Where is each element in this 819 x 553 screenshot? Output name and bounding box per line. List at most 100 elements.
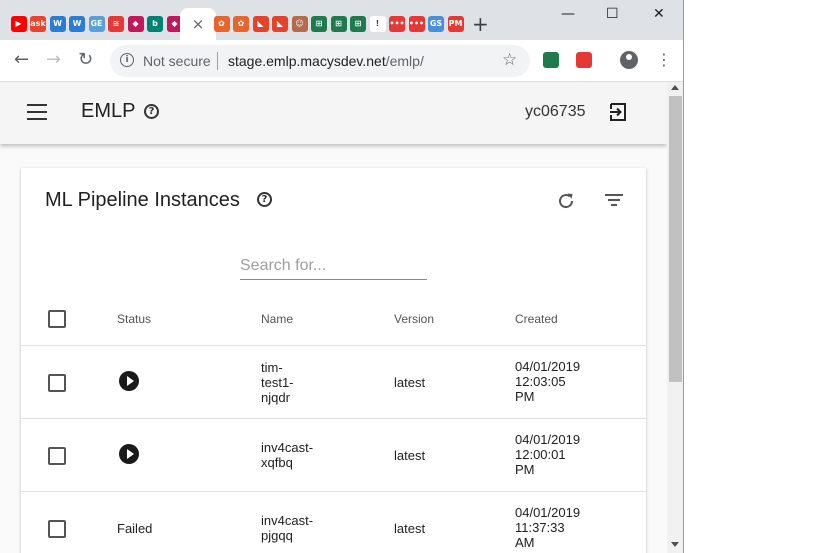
bookmark-star-icon[interactable]: ☆ [502,50,517,70]
info-icon[interactable]: i [120,53,134,67]
filter-icon[interactable] [604,192,624,208]
browser-tab[interactable]: ▶ [9,8,28,40]
instances-table: Status Name Version Created tim- test1- … [21,296,646,553]
page-scrollbar[interactable] [667,82,683,553]
app-header: EMLP ? yc06735 [0,82,667,144]
dots-app-icon: ••• [408,16,425,32]
pipeline-instances-card: ML Pipeline Instances ? Status Name Vers… [21,168,646,553]
app-title: EMLP [81,100,136,122]
tab-strip: ▶ ask W W GE ≋ ◆ b ◆ × ✿ ✿ ◣ ◣ ☺ ⊞ ⊞ ⊞! ••• ••• GS PM + — ☐… [0,0,683,40]
version-text: latest [394,375,426,390]
instance-name-link[interactable]: tim- test1- njqdr [261,360,294,405]
divider [217,52,218,70]
created-timestamp: 04/01/2019 12:00:01 PM [515,432,581,477]
running-status-icon [119,444,139,464]
cube-app-icon: ◆ [127,16,144,32]
grid-app-icon: ⊞ [350,16,366,32]
row-select-checkbox[interactable] [48,447,66,465]
instance-name-link[interactable]: inv4cast- xqfbq [261,440,313,470]
help-icon[interactable]: ? [257,192,272,207]
column-header-name[interactable]: Name [261,312,293,326]
logout-icon[interactable] [608,102,628,122]
gear-app-icon: ✿ [233,16,249,32]
dots-app-icon: ••• [389,16,405,32]
scrollbar-thumb[interactable] [669,96,682,382]
version-text: latest [394,521,426,536]
browser-tab[interactable]: GE [87,8,106,40]
desktop-background [684,0,819,553]
browser-tab[interactable]: W [68,8,87,40]
browser-menu-icon[interactable]: ⋮ [656,50,672,70]
browser-tab[interactable]: ≋ [107,8,126,40]
browser-tab[interactable]: ••• [388,8,407,40]
browser-tab[interactable]: b [146,8,165,40]
table-header: Status Name Version Created [21,296,646,346]
security-label[interactable]: Not secure [143,53,211,69]
browser-tab[interactable]: ✿ [232,8,251,40]
instance-name-link[interactable]: inv4cast- pjgqq [261,513,313,543]
reload-icon[interactable]: ↻ [78,49,93,71]
scroll-up-arrow-icon[interactable] [671,85,679,90]
created-timestamp: 04/01/2019 12:03:05 PM [515,359,581,404]
dots-extension-icon[interactable] [576,52,592,68]
column-header-created[interactable]: Created [515,312,558,326]
browser-tab[interactable]: ✿ [212,8,231,40]
close-tab-icon[interactable]: × [192,16,205,32]
new-tab-button[interactable]: + [472,14,489,34]
profile-avatar-icon[interactable] [620,51,638,69]
browser-tab[interactable]: ask [29,8,48,40]
forward-arrow-icon[interactable]: → [46,49,61,71]
url-text[interactable]: stage.emlp.macysdev.net/emlp/ [228,53,424,69]
row-select-checkbox[interactable] [48,374,66,392]
browser-tab[interactable]: ◣ [271,8,290,40]
grid-extension-icon[interactable] [543,52,559,68]
select-all-checkbox[interactable] [48,310,66,328]
search-input[interactable] [240,252,427,280]
browser-tab[interactable]: W [48,8,67,40]
browser-tab[interactable]: PM [446,8,465,40]
wifi-app-icon: ≋ [108,16,124,32]
column-header-status[interactable]: Status [117,312,151,326]
browser-tab[interactable]: ◆ [126,8,145,40]
browser-tab[interactable]: ⊞ [329,8,348,40]
browser-tab[interactable]: ⊞ [310,8,329,40]
browser-tab[interactable]: ••• [407,8,426,40]
back-arrow-icon[interactable]: ← [14,49,29,71]
close-window-button[interactable]: ✕ [653,6,665,22]
refresh-icon[interactable] [555,190,577,212]
tab-active[interactable]: × [180,8,216,40]
grid-app-icon: ⊞ [311,16,327,32]
browser-tab[interactable]: ☺ [290,8,309,40]
ask-icon: ask [30,16,46,32]
browser-window: ▶ ask W W GE ≋ ◆ b ◆ × ✿ ✿ ◣ ◣ ☺ ⊞ ⊞ ⊞! ••• ••• GS PM + — ☐… [0,0,684,553]
browser-toolbar: ← → ↻ i Not secure stage.emlp.macysdev.n… [0,40,683,82]
ge-icon: GE [88,16,105,32]
menu-icon[interactable] [27,104,47,120]
created-timestamp: 04/01/2019 11:37:33 AM [515,505,581,550]
bookmark-icon: ! [369,16,386,32]
running-status-icon [119,371,139,391]
row-select-checkbox[interactable] [48,520,66,538]
table-row[interactable]: inv4cast- xqfbq latest 04/01/2019 12:00:01… [21,419,646,492]
pm-app-icon: PM [447,16,464,32]
browser-tab[interactable]: GS [427,8,446,40]
jenkins-icon: ☺ [291,16,308,32]
gs-app-icon: GS [428,16,444,32]
youtube-icon: ▶ [10,16,27,32]
user-id: yc06735 [525,103,586,120]
gear-app-icon: ✿ [213,16,230,32]
maximize-button[interactable]: ☐ [606,6,619,22]
help-icon[interactable]: ? [144,104,159,119]
minimize-button[interactable]: — [561,6,575,22]
table-row[interactable]: tim- test1- njqdr latest 04/01/2019 12:03:… [21,346,646,419]
version-text: latest [394,448,426,463]
column-header-version[interactable]: Version [394,312,434,326]
url-host: stage.emlp.macysdev.net [228,53,386,69]
table-row[interactable]: Failed inv4cast- pjgqq latest 04/01/2019 11… [21,492,646,553]
gitlab-icon: ◣ [252,16,269,32]
browser-tab[interactable]: ◣ [251,8,270,40]
address-bar[interactable]: i Not secure stage.emlp.macysdev.net/eml… [110,45,530,77]
browser-tab[interactable]: ! [368,8,387,40]
scroll-down-arrow-icon[interactable] [671,542,679,547]
browser-tab[interactable]: ⊞ [349,8,368,40]
